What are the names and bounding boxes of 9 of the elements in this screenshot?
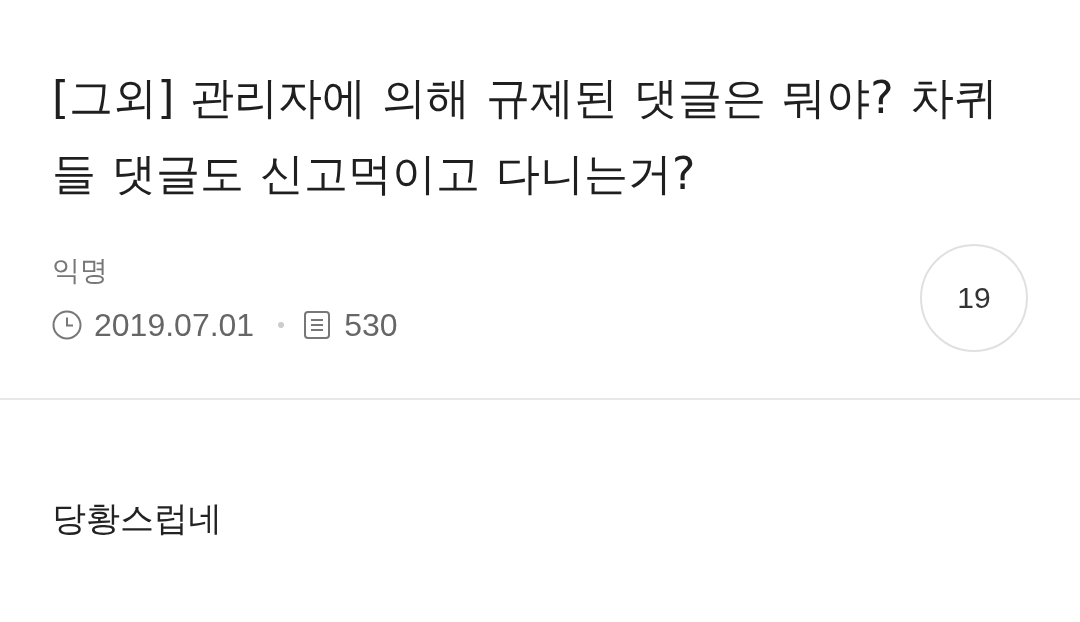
view-count: 530	[344, 306, 398, 345]
post-body: 당황스럽네	[52, 497, 223, 540]
document-icon	[304, 311, 331, 339]
separator-dot-icon	[278, 322, 285, 328]
post-title: [그외] 관리자에 의해 규제된 댓글은 뭐야? 차퀴들 댓글도 신고먹이고 다니는거?	[52, 71, 999, 201]
author-name: 익명	[52, 253, 109, 289]
post-date: 2019.07.01	[94, 306, 255, 345]
comment-count-button[interactable]: 19	[920, 244, 1028, 352]
clock-icon	[52, 310, 82, 340]
